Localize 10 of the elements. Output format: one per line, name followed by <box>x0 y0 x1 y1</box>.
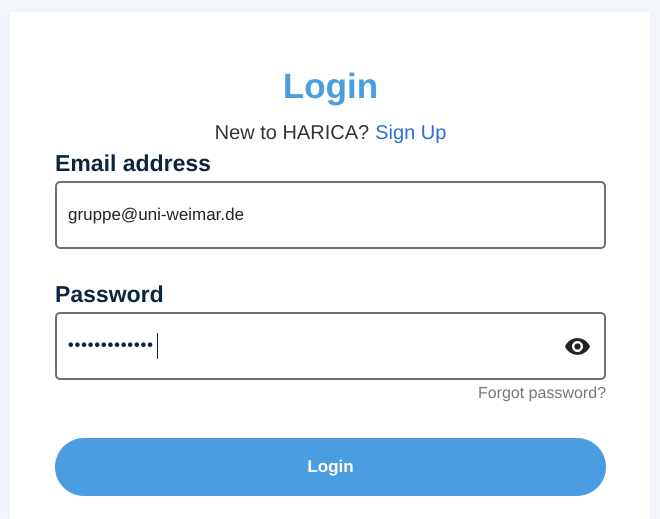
login-button[interactable]: Login <box>55 438 606 496</box>
field-label: Email address <box>55 149 211 178</box>
forgot-password-link[interactable]: Forgot password? <box>478 384 606 404</box>
email-field[interactable]: gruppe@uni-weimar.de <box>55 181 606 249</box>
signup-link[interactable]: Sign Up <box>375 122 446 144</box>
field-label: Password <box>55 280 164 309</box>
password-field[interactable]: ••••••••••••• <box>55 312 606 380</box>
page-title: Login <box>282 66 380 108</box>
signup-prompt: New to HARICA? <box>214 122 370 144</box>
eye-icon[interactable] <box>565 338 590 354</box>
